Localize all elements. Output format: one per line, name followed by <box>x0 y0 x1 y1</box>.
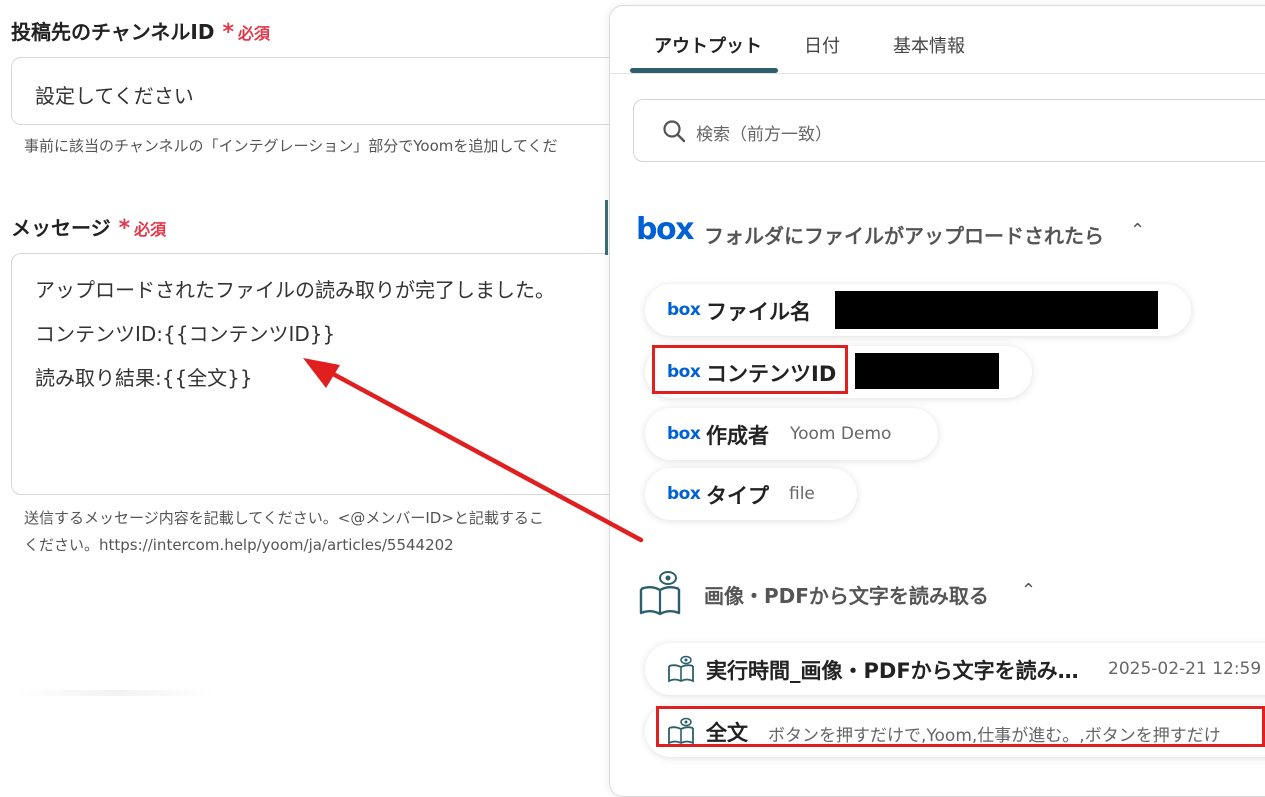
annotation-arrow <box>303 358 644 543</box>
